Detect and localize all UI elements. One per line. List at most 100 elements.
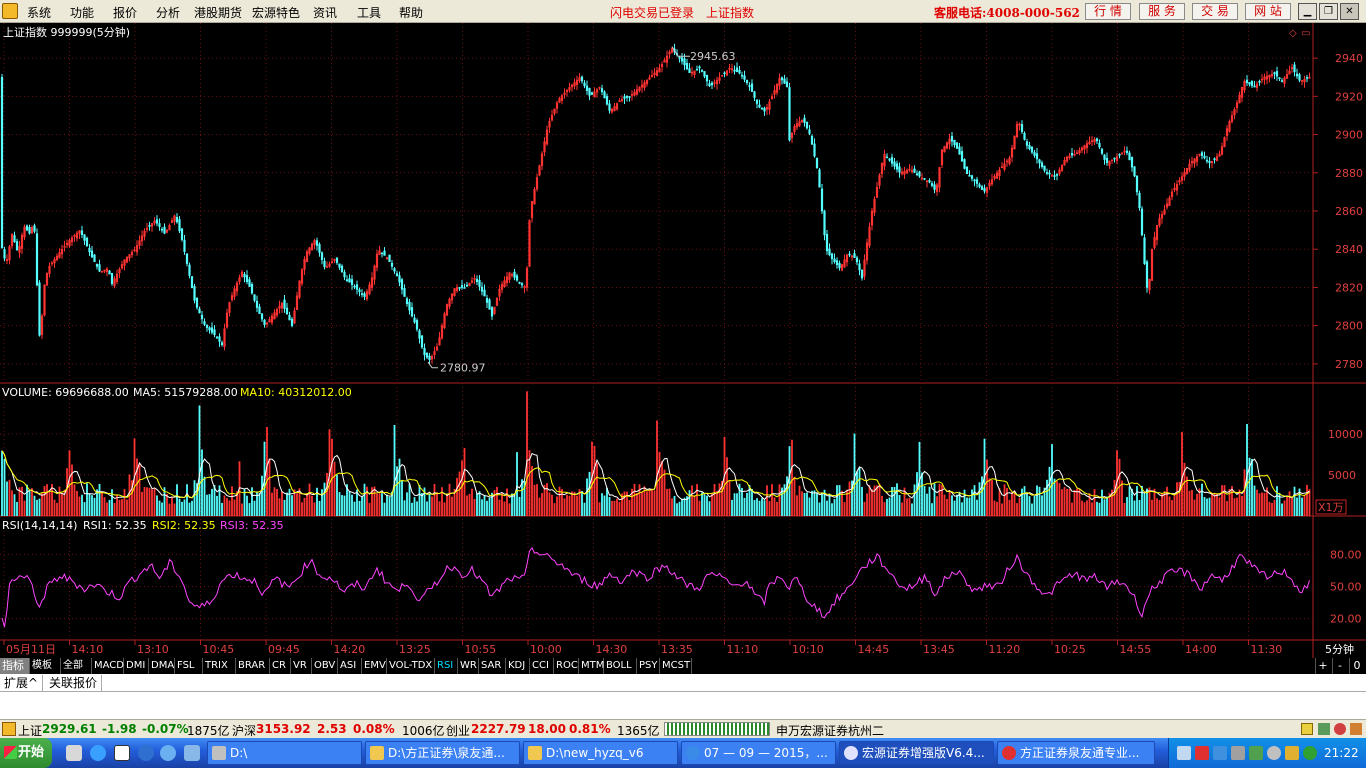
candle-body — [163, 226, 166, 234]
maximize-panel-icon[interactable]: ▭ — [1301, 28, 1310, 39]
candle-body — [480, 286, 484, 292]
tab-mcst[interactable]: MCST — [660, 658, 692, 674]
zoom-out-button[interactable]: - — [1332, 658, 1347, 674]
menu-quote[interactable]: 报价 — [113, 4, 137, 21]
task-fangzheng[interactable]: 方正证券泉友通专业... — [997, 741, 1155, 765]
menu-help[interactable]: 帮助 — [399, 4, 423, 21]
candle-body — [625, 95, 629, 98]
tab-related-quotes[interactable]: 关联报价 — [45, 675, 103, 691]
tab-expand[interactable]: 扩展^ — [0, 675, 44, 691]
tab-obv[interactable]: OBV — [312, 658, 338, 674]
volume-bar — [456, 477, 458, 516]
tab-kdj[interactable]: KDJ — [506, 658, 530, 674]
menu-info[interactable]: 资讯 — [313, 4, 337, 21]
expand-icon[interactable]: ◇ — [1289, 28, 1297, 39]
task-d-drive[interactable]: D:\ — [207, 741, 362, 765]
volume-bar — [563, 498, 566, 516]
tab-voltdx[interactable]: VOL-TDX — [387, 658, 435, 674]
search-icon[interactable] — [160, 745, 176, 761]
ie-icon[interactable] — [90, 745, 106, 761]
volume-bar — [431, 496, 433, 516]
tab-cci[interactable]: CCI — [530, 658, 554, 674]
trade-button[interactable]: 交 易 — [1192, 3, 1238, 20]
tab-brar[interactable]: BRAR — [236, 658, 270, 674]
restore-icon[interactable]: ❐ — [1319, 3, 1338, 20]
flash-login-status[interactable]: 闪电交易已登录 — [610, 4, 694, 21]
menu-function[interactable]: 功能 — [70, 4, 94, 21]
tab-macd[interactable]: MACD — [92, 658, 124, 674]
minimize-icon[interactable]: ▁ — [1298, 3, 1317, 20]
zoom-reset-button[interactable]: 0 — [1349, 658, 1364, 674]
cmd-icon[interactable] — [114, 745, 130, 761]
tab-mtm[interactable]: MTM — [579, 658, 604, 674]
menu-system[interactable]: 系统 — [27, 4, 51, 21]
show-desktop-icon[interactable] — [66, 745, 82, 761]
tab-[interactable]: 指标 — [0, 658, 30, 674]
volume-bar — [143, 487, 146, 516]
website-button[interactable]: 网 站 — [1245, 3, 1291, 20]
candle-body — [1295, 73, 1299, 77]
volume-icon[interactable] — [1249, 746, 1263, 760]
app-logo-icon[interactable] — [2, 3, 18, 19]
task-hyzq-folder[interactable]: D:\new_hyzq_v6 — [523, 741, 678, 765]
tab-wr[interactable]: WR — [458, 658, 479, 674]
usb-icon[interactable] — [1267, 746, 1281, 760]
tab-[interactable]: 模板 — [30, 658, 61, 674]
service-button[interactable]: 服 务 — [1139, 3, 1185, 20]
period-label[interactable]: 5分钟 — [1325, 642, 1354, 656]
tab-fsl[interactable]: FSL — [175, 658, 203, 674]
menu-hk-futures[interactable]: 港股期货 — [194, 4, 242, 21]
keyboard-icon[interactable] — [1177, 746, 1191, 760]
menu-analysis[interactable]: 分析 — [156, 4, 180, 21]
setting-icon[interactable] — [1350, 723, 1362, 735]
task-fangzheng-folder[interactable]: D:\方正证券\泉友通... — [365, 741, 520, 765]
tab-asi[interactable]: ASI — [338, 658, 362, 674]
menu-hongyuan[interactable]: 宏源特色 — [252, 4, 300, 21]
tab-dmi[interactable]: DMI — [124, 658, 149, 674]
quick-launch-icon[interactable] — [184, 745, 200, 761]
stock-chart[interactable]: 2780 2800 2820 2840 2860 2880 2900 2920 2940 5000… — [0, 23, 1366, 658]
candle-body — [600, 88, 604, 93]
candle-body — [250, 283, 254, 294]
candle-body — [683, 58, 686, 66]
volume-bar — [403, 500, 406, 516]
tab-sar[interactable]: SAR — [479, 658, 506, 674]
alert-icon[interactable] — [1334, 723, 1346, 735]
tab-vr[interactable]: VR — [291, 658, 312, 674]
volume-bar — [886, 498, 888, 516]
tab-trix[interactable]: TRIX — [203, 658, 236, 674]
tab-rsi[interactable]: RSI — [435, 658, 458, 674]
tab-psy[interactable]: PSY — [637, 658, 660, 674]
tab-dma[interactable]: DMA — [149, 658, 175, 674]
tab-roc[interactable]: ROC — [554, 658, 579, 674]
update-icon[interactable] — [1285, 746, 1299, 760]
notice-icon[interactable] — [1301, 723, 1313, 735]
volume-bar — [828, 493, 831, 516]
volume-bar — [1091, 502, 1093, 516]
volume-bar — [628, 500, 631, 516]
market-button[interactable]: 行 情 — [1085, 3, 1131, 20]
volume-bar — [516, 452, 518, 516]
task-hongyuan[interactable]: 宏源证券增强版V6.4... — [839, 741, 994, 765]
close-icon[interactable]: ✕ — [1340, 3, 1359, 20]
tab-boll[interactable]: BOLL — [604, 658, 637, 674]
market-icon[interactable] — [2, 722, 16, 736]
tab-cr[interactable]: CR — [270, 658, 291, 674]
menu-tools[interactable]: 工具 — [357, 4, 381, 21]
hs-percent: 0.08% — [353, 722, 395, 736]
volume-bar — [1033, 495, 1036, 516]
network-icon[interactable] — [1231, 746, 1245, 760]
tab-emv[interactable]: EMV — [362, 658, 387, 674]
zoom-in-button[interactable]: + — [1315, 658, 1330, 674]
tab-[interactable]: 全部 — [61, 658, 92, 674]
volume-bar — [188, 502, 191, 516]
candle-body — [783, 78, 786, 84]
app-tray-icon[interactable] — [1303, 746, 1317, 760]
volume-bar — [233, 499, 236, 516]
volume-bar — [118, 499, 121, 516]
shield-icon[interactable] — [1213, 746, 1227, 760]
security-icon[interactable] — [1195, 746, 1209, 760]
task-browser[interactable]: 07 — 09 — 2015，... — [681, 741, 836, 765]
signal-icon[interactable] — [1318, 723, 1330, 735]
browser-icon[interactable] — [138, 745, 154, 761]
